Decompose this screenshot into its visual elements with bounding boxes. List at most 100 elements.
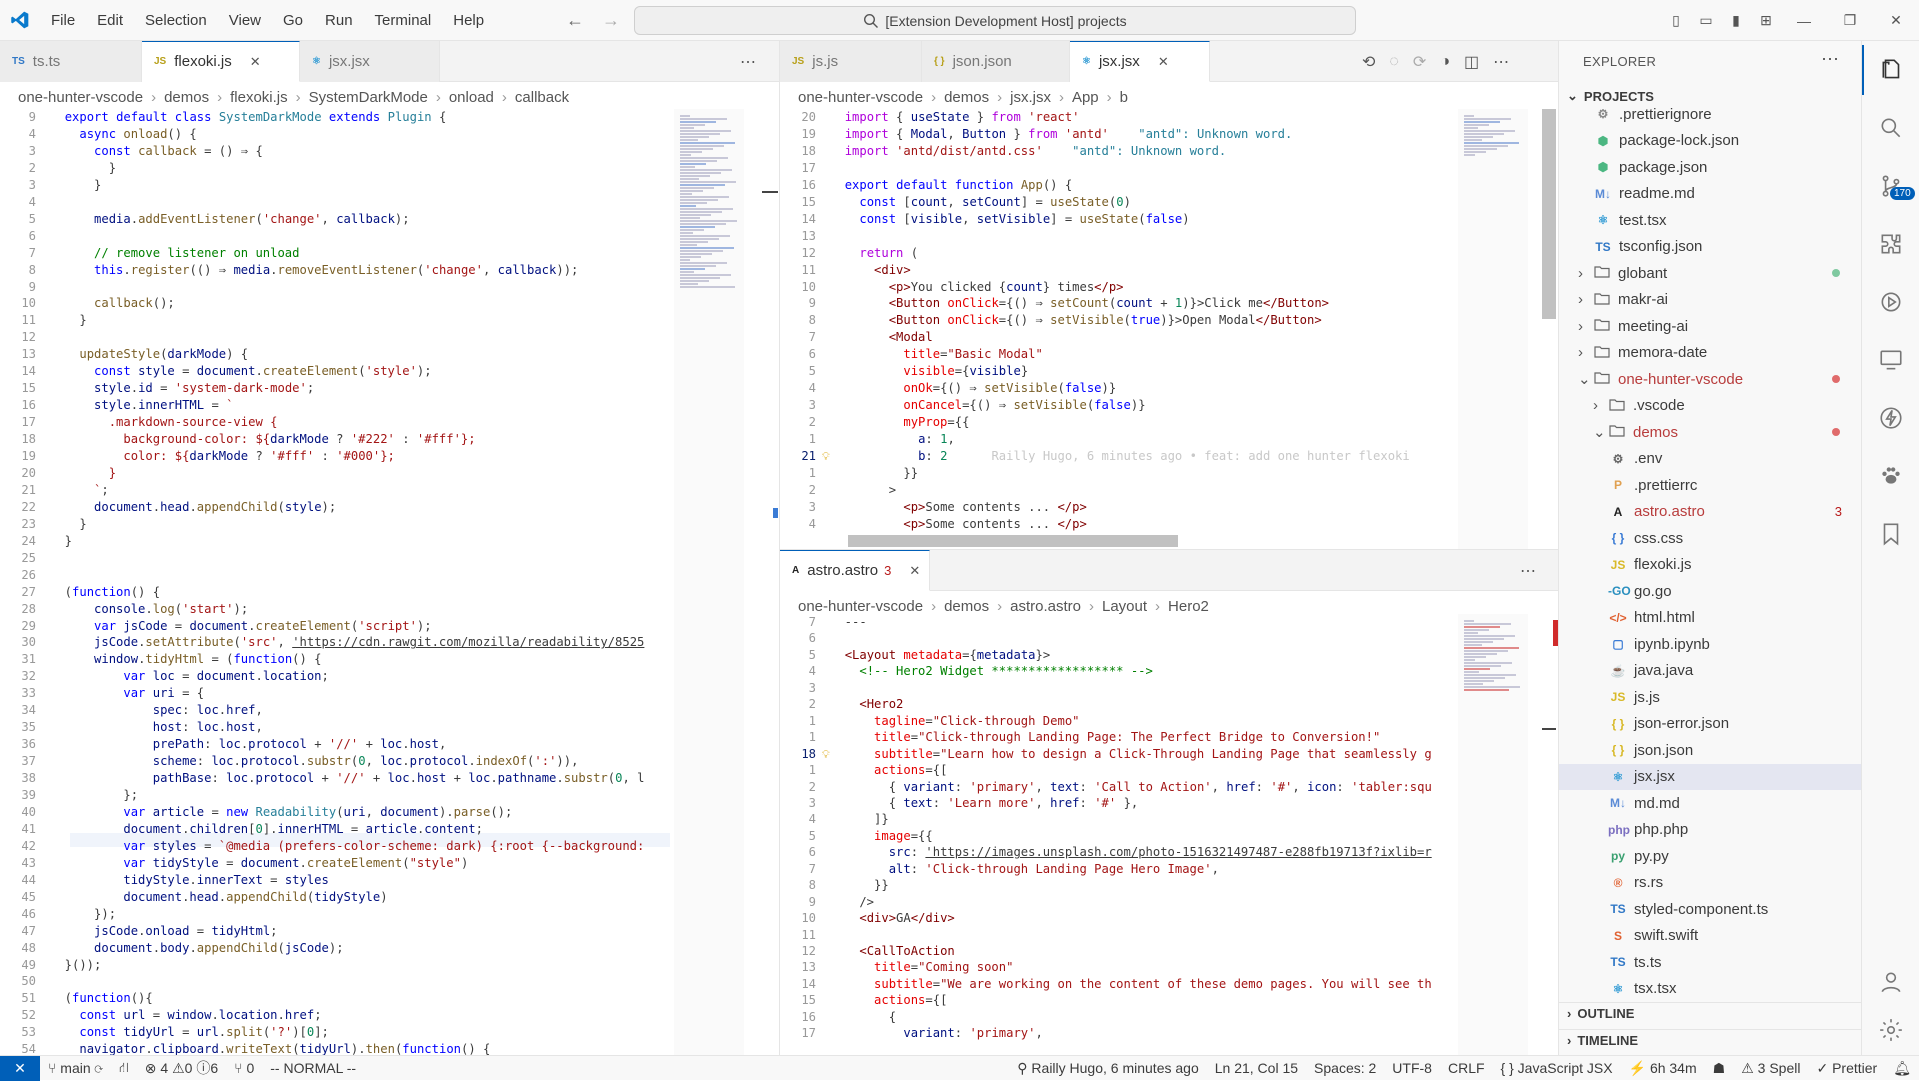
- breadcrumb-item[interactable]: Layout: [1102, 598, 1147, 615]
- code-line[interactable]: return (: [830, 246, 918, 261]
- code-line[interactable]: var article = new Readability(uri, docum…: [50, 805, 512, 820]
- code-line[interactable]: onOk={() ⇒ setVisible(false)}: [830, 381, 1116, 396]
- breadcrumb-item[interactable]: demos: [164, 89, 209, 106]
- code-line[interactable]: media.addEventListener('change', callbac…: [50, 212, 410, 227]
- code-line[interactable]: visible={visible}: [830, 364, 1028, 379]
- split-editor-icon[interactable]: ◫: [1464, 52, 1479, 72]
- menu-file[interactable]: File: [40, 0, 86, 41]
- code-line[interactable]: };: [50, 788, 138, 803]
- toggle-secondary-sidebar-icon[interactable]: ▮: [1721, 12, 1751, 29]
- code-line[interactable]: { text: 'Learn more', href: '#' },: [830, 796, 1139, 811]
- code-line[interactable]: myProp={{: [830, 415, 969, 430]
- menu-go[interactable]: Go: [272, 0, 314, 41]
- file-item[interactable]: ☕ java.java: [1559, 658, 1862, 684]
- code-line[interactable]: var tidyStyle = document.createElement("…: [50, 856, 468, 871]
- code-line[interactable]: <!-- Hero2 Widget ****************** -->: [830, 664, 1153, 679]
- code-line[interactable]: updateStyle(darkMode) {: [50, 347, 248, 362]
- code-line[interactable]: navigator.clipboard.writeText(tidyUrl).t…: [50, 1042, 490, 1055]
- code-line[interactable]: const url = window.location.href;: [50, 1008, 321, 1023]
- file-item[interactable]: ⬢ package.json: [1559, 154, 1862, 180]
- code-line[interactable]: spec: loc.href,: [50, 703, 263, 718]
- code-line[interactable]: tidyStyle.innerText = styles: [50, 873, 328, 888]
- file-item[interactable]: ▢ ipynb.ipynb: [1559, 631, 1862, 657]
- code-line[interactable]: />: [830, 895, 874, 910]
- code-line[interactable]: <div>: [830, 263, 911, 278]
- breadcrumb-item[interactable]: flexoki.js: [230, 89, 288, 106]
- folder-item[interactable]: › makr-ai: [1559, 287, 1862, 313]
- code-line[interactable]: import 'antd/dist/antd.css' "antd": Unkn…: [830, 144, 1227, 159]
- projects-section-header[interactable]: ⌄ PROJECTS: [1559, 85, 1862, 107]
- file-item[interactable]: -GO go.go: [1559, 578, 1862, 604]
- code-line[interactable]: async onload() {: [50, 127, 196, 142]
- code-line[interactable]: title="Coming soon": [830, 961, 1013, 975]
- breadcrumb-item[interactable]: callback: [515, 89, 569, 106]
- code-line[interactable]: <Modal: [830, 330, 933, 345]
- minimize-icon[interactable]: —: [1781, 13, 1827, 29]
- code-line[interactable]: export default function App() {: [830, 178, 1073, 193]
- code-line[interactable]: style.id = 'system-dark-mode';: [50, 381, 314, 396]
- file-item[interactable]: TS tsconfig.json: [1559, 234, 1862, 260]
- code-line[interactable]: }: [50, 517, 86, 532]
- file-item[interactable]: ⚙ .env: [1559, 446, 1862, 472]
- tab-json-json[interactable]: { } json.json: [922, 41, 1070, 82]
- code-line[interactable]: .markdown-source-view {: [50, 415, 278, 430]
- code-line[interactable]: host: loc.host,: [50, 720, 263, 735]
- toggle-primary-sidebar-icon[interactable]: ▯: [1661, 12, 1691, 29]
- code-line[interactable]: ]}: [830, 813, 889, 827]
- encoding[interactable]: UTF-8: [1384, 1060, 1440, 1076]
- git-branch[interactable]: ⑂ main ⟳: [40, 1060, 111, 1076]
- breadcrumb-item[interactable]: Hero2: [1168, 598, 1209, 615]
- code-line[interactable]: var uri = {: [50, 686, 204, 701]
- spell-check[interactable]: ⚠ 3 Spell: [1733, 1060, 1808, 1077]
- minimap[interactable]: [674, 109, 744, 1055]
- menu-terminal[interactable]: Terminal: [364, 0, 443, 41]
- code-line[interactable]: scheme: loc.protocol.substr(0, loc.proto…: [50, 754, 579, 769]
- menu-selection[interactable]: Selection: [134, 0, 218, 41]
- account-icon[interactable]: [1862, 957, 1919, 1007]
- lightbulb-icon[interactable]: 💡︎: [822, 450, 834, 463]
- folder-item[interactable]: › meeting-ai: [1559, 313, 1862, 339]
- file-item[interactable]: php php.php: [1559, 817, 1862, 843]
- search-icon[interactable]: [1862, 103, 1919, 153]
- file-item[interactable]: ⚛ tsx.tsx: [1559, 976, 1862, 1002]
- code-line[interactable]: b: 2 Railly Hugo, 6 minutes ago • feat: …: [830, 449, 1410, 464]
- code-line[interactable]: document.body.appendChild(jsCode);: [50, 941, 344, 956]
- restore-icon[interactable]: ❐: [1827, 12, 1873, 29]
- file-item[interactable]: { } css.css: [1559, 525, 1862, 551]
- code-line[interactable]: title="Basic Modal": [830, 347, 1042, 362]
- file-item[interactable]: M↓ md.md: [1559, 790, 1862, 816]
- file-item[interactable]: ® rs.rs: [1559, 870, 1862, 896]
- breadcrumb-item[interactable]: jsx.jsx: [1010, 89, 1051, 106]
- breadcrumb-item[interactable]: one-hunter-vscode: [18, 89, 143, 106]
- breadcrumb-item[interactable]: App: [1072, 89, 1099, 106]
- folder-item[interactable]: › memora-date: [1559, 340, 1862, 366]
- tab-jsx-jsx[interactable]: ⚛ jsx.jsx ✕: [1070, 41, 1210, 82]
- folder-item[interactable]: ⌄ one-hunter-vscode: [1559, 366, 1862, 392]
- forward-arrow-icon[interactable]: →: [602, 10, 620, 31]
- code-line[interactable]: <CallToAction: [830, 944, 954, 959]
- code-line[interactable]: alt: 'Click-through Landing Page Hero Im…: [830, 862, 1219, 877]
- code-line[interactable]: image={{: [830, 829, 933, 844]
- code-line[interactable]: }());: [50, 958, 102, 973]
- code-area[interactable]: 9 export default class SystemDarkMode ex…: [0, 110, 672, 1055]
- code-line[interactable]: jsCode.setAttribute('src', 'https://cdn.…: [50, 636, 644, 650]
- explorer-files-icon[interactable]: [1862, 45, 1919, 95]
- code-line[interactable]: <Layout metadata={metadata}>: [830, 648, 1051, 663]
- breadcrumb-item[interactable]: demos: [944, 89, 989, 106]
- file-item[interactable]: JS js.js: [1559, 684, 1862, 710]
- menu-run[interactable]: Run: [314, 0, 364, 41]
- language-mode[interactable]: { } JavaScript JSX: [1493, 1060, 1621, 1076]
- code-line[interactable]: document.head.appendChild(tidyStyle): [50, 890, 387, 905]
- git-graph-icon[interactable]: ⛙: [111, 1059, 137, 1078]
- file-item[interactable]: { } json.json: [1559, 737, 1862, 763]
- minimap[interactable]: [1458, 109, 1528, 549]
- file-item[interactable]: py py.py: [1559, 843, 1862, 869]
- code-line[interactable]: }}: [830, 466, 918, 481]
- source-control-icon[interactable]: 170: [1862, 161, 1919, 211]
- breadcrumb-item[interactable]: SystemDarkMode: [309, 89, 428, 106]
- breadcrumb-item[interactable]: one-hunter-vscode: [798, 89, 923, 106]
- problems-indicator[interactable]: ⊗ 4 ⚠0 ⓘ6: [137, 1058, 226, 1078]
- code-line[interactable]: }: [50, 314, 86, 328]
- code-line[interactable]: const callback = () ⇒ {: [50, 144, 263, 159]
- code-line[interactable]: export default class SystemDarkMode exte…: [50, 110, 447, 125]
